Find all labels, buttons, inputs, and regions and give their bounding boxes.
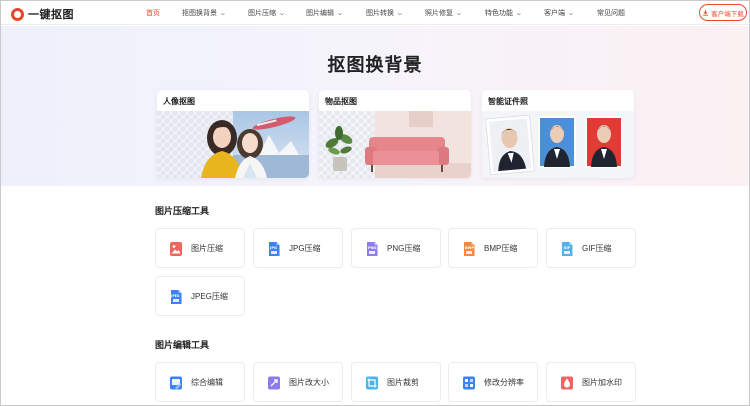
tool-label: JPG压缩: [289, 244, 321, 253]
chevron-down-icon: ⌄: [515, 10, 523, 17]
nav-item-convert[interactable]: 图片转换 ⌄: [366, 8, 404, 18]
nav-item-label: 图片编辑: [306, 10, 334, 17]
nav-item-label: 客户端: [544, 10, 565, 17]
top-nav-bar: 一键抠图 首页 抠图换背景 ⌄ 图片压缩 ⌄ 图片编辑 ⌄ 图片转换 ⌄ 照片修…: [1, 1, 749, 25]
nav-item-label: 照片修复: [425, 10, 453, 17]
svg-text:JPG: JPG: [269, 246, 277, 250]
tool-label: 修改分辨率: [484, 378, 524, 387]
tool-resize[interactable]: 图片改大小: [253, 362, 343, 402]
nav-item-faq[interactable]: 常见问题: [597, 8, 625, 18]
card-product-cutout[interactable]: 物品抠图: [319, 90, 471, 178]
tool-label: 图片裁剪: [387, 378, 419, 387]
nav-item-features[interactable]: 特色功能 ⌄: [485, 8, 523, 18]
hero-section: 抠图换背景 人像抠图 物品抠图 智能证件照: [1, 26, 749, 186]
nav-item-label: 图片压缩: [248, 10, 276, 17]
nav-item-label: 常见问题: [597, 10, 625, 17]
product-sample-image: [319, 111, 471, 178]
nav-item-repair[interactable]: 照片修复 ⌄: [425, 8, 463, 18]
id-photo-sample-image: [482, 111, 634, 178]
gif-file-icon: GIF: [562, 242, 573, 256]
resize-icon: [268, 376, 280, 390]
card-title: 物品抠图: [325, 97, 357, 106]
tool-watermark[interactable]: 图片加水印: [546, 362, 636, 402]
tool-bmp-compress[interactable]: BMP BMP压缩: [448, 228, 538, 268]
jpeg-file-icon: JPEG: [170, 290, 182, 304]
nav-item-home[interactable]: 首页: [146, 8, 160, 18]
svg-text:GIF: GIF: [564, 246, 571, 250]
tool-jpg-compress[interactable]: JPG JPG压缩: [253, 228, 343, 268]
download-label: 客户端下载: [711, 10, 744, 18]
nav-item-edit[interactable]: 图片编辑 ⌄: [306, 8, 344, 18]
tool-label: PNG压缩: [387, 244, 421, 253]
client-download-button[interactable]: 客户端下载: [699, 4, 747, 21]
bmp-file-icon: BMP: [464, 242, 475, 256]
tool-label: 图片改大小: [289, 378, 329, 387]
download-icon: [703, 9, 709, 16]
tool-label: JPEG压缩: [191, 292, 228, 301]
tool-label: BMP压缩: [484, 244, 518, 253]
hero-title: 抠图换背景: [327, 55, 423, 75]
resolution-icon: [463, 376, 475, 390]
watermark-icon: [561, 376, 573, 390]
nav-item-client[interactable]: 客户端 ⌄: [544, 8, 575, 18]
tool-label: GIF压缩: [582, 244, 612, 253]
jpg-file-icon: JPG: [269, 242, 280, 256]
tool-comprehensive-edit[interactable]: 综合编辑: [155, 362, 245, 402]
nav-item-label: 图片转换: [366, 10, 394, 17]
crop-icon: [366, 376, 378, 390]
tool-gif-compress[interactable]: GIF GIF压缩: [546, 228, 636, 268]
tool-resolution[interactable]: 修改分辨率: [448, 362, 538, 402]
logo[interactable]: 一键抠图: [11, 6, 74, 22]
edit-icon: [170, 376, 182, 390]
card-title: 人像抠图: [163, 97, 195, 106]
chevron-down-icon: ⌄: [219, 10, 227, 17]
nav-item-cutout[interactable]: 抠图换背景 ⌄: [182, 8, 227, 18]
portrait-sample-image: [157, 111, 309, 178]
logo-text: 一键抠图: [28, 9, 74, 21]
chevron-down-icon: ⌄: [567, 10, 575, 17]
logo-icon: [11, 7, 24, 21]
image-compress-icon: [170, 242, 182, 256]
chevron-down-icon: ⌄: [455, 10, 463, 17]
section-title-edit: 图片编辑工具: [155, 340, 210, 350]
chevron-down-icon: ⌄: [336, 10, 344, 17]
nav-item-label: 首页: [146, 10, 160, 17]
tool-crop[interactable]: 图片裁剪: [351, 362, 441, 402]
nav-item-label: 抠图换背景: [182, 10, 217, 17]
tool-image-compress[interactable]: 图片压缩: [155, 228, 245, 268]
nav-item-label: 特色功能: [485, 10, 513, 17]
png-file-icon: PNG: [367, 242, 378, 256]
tool-label: 图片加水印: [582, 378, 622, 387]
chevron-down-icon: ⌄: [278, 10, 286, 17]
section-title-compress: 图片压缩工具: [155, 206, 210, 216]
card-portrait-cutout[interactable]: 人像抠图: [157, 90, 309, 178]
tool-jpeg-compress[interactable]: JPEG JPEG压缩: [155, 276, 245, 316]
tool-label: 图片压缩: [191, 244, 223, 253]
chevron-down-icon: ⌄: [396, 10, 404, 17]
svg-text:JPEG: JPEG: [170, 294, 180, 298]
page-frame: 一键抠图 首页 抠图换背景 ⌄ 图片压缩 ⌄ 图片编辑 ⌄ 图片转换 ⌄ 照片修…: [0, 0, 750, 406]
tool-png-compress[interactable]: PNG PNG压缩: [351, 228, 441, 268]
tool-label: 综合编辑: [191, 378, 223, 387]
card-title: 智能证件照: [488, 97, 528, 106]
svg-text:PNG: PNG: [368, 246, 377, 250]
nav-item-compress[interactable]: 图片压缩 ⌄: [248, 8, 286, 18]
card-id-photo[interactable]: 智能证件照: [482, 90, 634, 178]
svg-text:BMP: BMP: [465, 246, 474, 250]
